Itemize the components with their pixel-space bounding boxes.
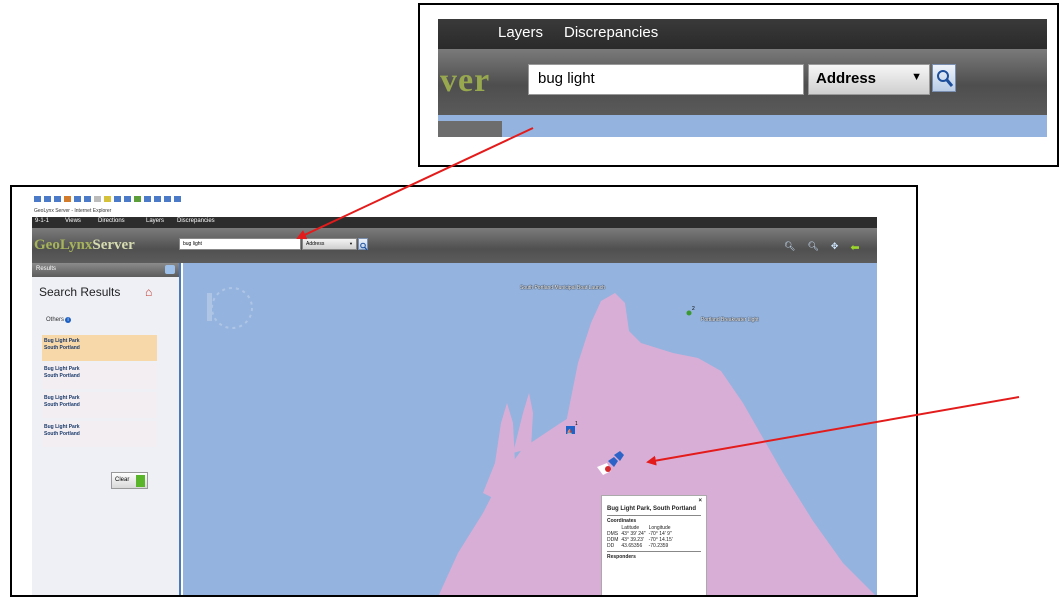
annotation-arrows — [296, 127, 1020, 466]
arrow-to-search-box — [296, 127, 534, 240]
arrow-to-map-pin — [646, 396, 1020, 466]
